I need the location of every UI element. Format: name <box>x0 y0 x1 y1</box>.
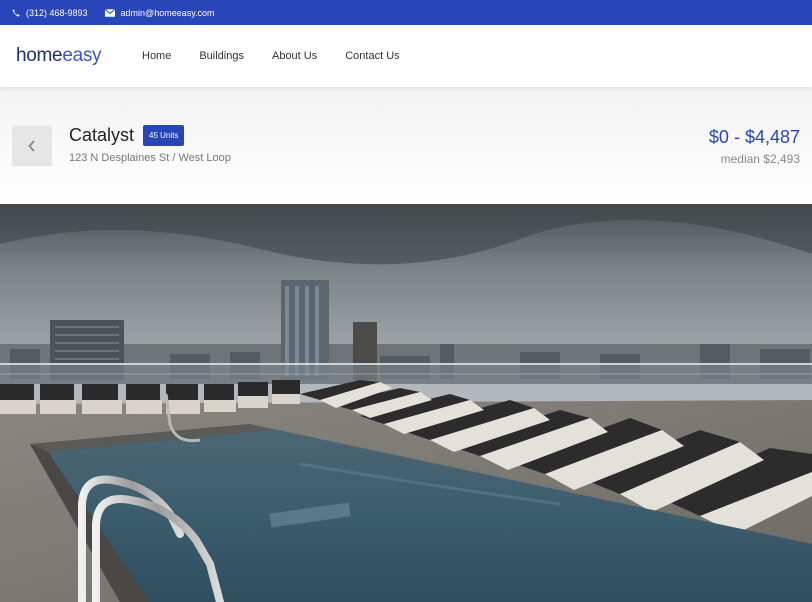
listing-header: Catalyst 45 Units 123 N Desplaines St / … <box>0 87 812 204</box>
phone-contact[interactable]: (312) 468-9893 <box>12 8 88 18</box>
nav-contact-us[interactable]: Contact Us <box>345 50 399 62</box>
nav-buildings[interactable]: Buildings <box>199 50 244 62</box>
hero-image <box>0 204 812 602</box>
rooftop-pool-photo <box>0 204 812 602</box>
back-button[interactable] <box>12 126 52 166</box>
units-badge: 45 Units <box>143 125 185 146</box>
building-address: 123 N Desplaines St / West Loop <box>69 152 231 164</box>
phone-icon <box>12 8 20 17</box>
email-contact[interactable]: admin@homeeasy.com <box>104 8 215 18</box>
building-name: Catalyst <box>69 125 135 145</box>
homeeasy-logo[interactable]: homeeasy <box>16 45 126 67</box>
email-address[interactable]: admin@homeeasy.com <box>121 8 215 18</box>
nav-about-us[interactable]: About Us <box>272 50 317 62</box>
median-price: median $2,493 <box>720 152 800 166</box>
nav-home[interactable]: Home <box>142 50 171 62</box>
main-navbar: homeeasy Home Buildings About Us Contact… <box>0 25 812 87</box>
nav-links: Home Buildings About Us Contact Us <box>142 50 428 62</box>
phone-number[interactable]: (312) 468-9893 <box>26 8 88 18</box>
logo-text-home: home <box>16 45 63 66</box>
building-title-block: Catalyst 45 Units 123 N Desplaines St / … <box>69 125 231 164</box>
envelope-icon <box>104 8 115 17</box>
price-range: $0 - $4,487 <box>708 127 800 147</box>
price-block: $0 - $4,487 median $2,493 <box>709 127 800 166</box>
logo-text-easy: easy <box>62 45 102 66</box>
contact-bar: (312) 468-9893 admin@homeeasy.com <box>0 0 812 25</box>
chevron-left-icon <box>28 140 35 152</box>
